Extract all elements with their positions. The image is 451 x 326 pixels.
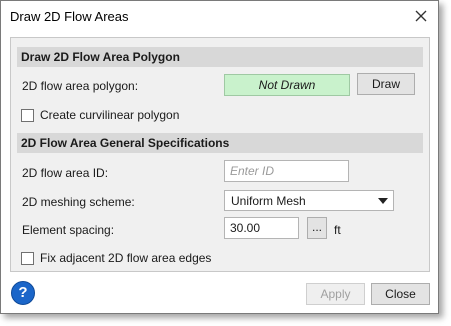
spacing-browse-button[interactable]: ... bbox=[307, 217, 327, 239]
curvilinear-label: Create curvilinear polygon bbox=[40, 108, 180, 122]
close-button[interactable]: Close bbox=[371, 283, 430, 305]
draw-2d-flow-areas-dialog: Draw 2D Flow Areas Draw 2D Flow Area Pol… bbox=[0, 0, 439, 314]
element-spacing-label: Element spacing: bbox=[22, 223, 115, 237]
fix-edges-checkbox-row[interactable]: Fix adjacent 2D flow area edges bbox=[21, 251, 211, 265]
polygon-section-header: Draw 2D Flow Area Polygon bbox=[17, 47, 423, 67]
help-icon[interactable]: ? bbox=[11, 281, 35, 305]
meshing-scheme-value: Uniform Mesh bbox=[231, 194, 306, 208]
polygon-label: 2D flow area polygon: bbox=[22, 79, 139, 93]
curvilinear-checkbox[interactable] bbox=[21, 108, 34, 122]
fix-edges-label: Fix adjacent 2D flow area edges bbox=[40, 251, 212, 265]
spacing-unit: ft bbox=[334, 223, 341, 237]
options-panel: Draw 2D Flow Area Polygon 2D flow area p… bbox=[10, 37, 430, 272]
flow-area-id-label: 2D flow area ID: bbox=[22, 166, 109, 180]
specs-section-header: 2D Flow Area General Specifications bbox=[17, 133, 423, 153]
flow-area-id-input[interactable] bbox=[224, 160, 349, 182]
apply-button[interactable]: Apply bbox=[306, 283, 365, 305]
meshing-scheme-select[interactable]: Uniform Mesh bbox=[224, 190, 394, 211]
fix-edges-checkbox[interactable] bbox=[21, 251, 34, 265]
close-icon[interactable] bbox=[410, 5, 432, 27]
curvilinear-checkbox-row[interactable]: Create curvilinear polygon bbox=[21, 108, 179, 122]
polygon-status: Not Drawn bbox=[224, 74, 350, 96]
draw-button[interactable]: Draw bbox=[357, 73, 415, 95]
title-bar: Draw 2D Flow Areas bbox=[1, 1, 438, 31]
chevron-down-icon bbox=[378, 198, 388, 204]
window-title: Draw 2D Flow Areas bbox=[10, 9, 129, 24]
meshing-scheme-label: 2D meshing scheme: bbox=[22, 195, 135, 209]
element-spacing-input[interactable] bbox=[224, 217, 299, 239]
